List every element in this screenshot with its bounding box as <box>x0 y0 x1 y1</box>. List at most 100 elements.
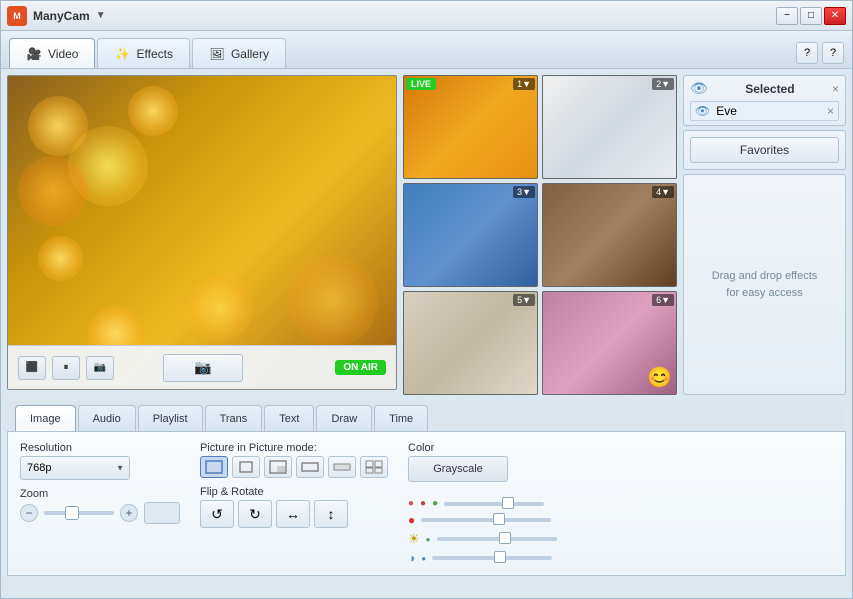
live-badge: LIVE <box>406 78 436 90</box>
selected-header: 👁 Selected × <box>690 80 839 97</box>
tab-playlist[interactable]: Playlist <box>138 405 203 431</box>
drag-drop-text: Drag and drop effectsfor easy access <box>712 268 818 301</box>
restore-button[interactable]: □ <box>800 7 822 25</box>
col-resolution-zoom: Resolution 480p 720p 768p 1080p ▼ <box>20 442 180 565</box>
pip-btn-5[interactable] <box>328 456 356 478</box>
item-remove-icon[interactable]: × <box>827 104 834 118</box>
color-dot-green-1: ● <box>432 498 438 509</box>
color-slider-4[interactable] <box>432 556 552 560</box>
color-dot-red-1: ● <box>408 498 414 509</box>
close-button[interactable]: ✕ <box>824 7 846 25</box>
flip-label: Flip & Rotate <box>200 486 388 498</box>
settings-area: Resolution 480p 720p 768p 1080p ▼ <box>7 432 846 576</box>
tab-time[interactable]: Time <box>374 405 428 431</box>
grid-cell-4[interactable]: 4▼ <box>542 183 677 287</box>
favorites-panel: Favorites <box>683 130 846 170</box>
zoom-plus-button[interactable]: + <box>120 504 138 522</box>
flip-h-button[interactable]: ↔ <box>276 500 310 528</box>
tab-trans[interactable]: Trans <box>205 405 263 431</box>
grid-cell-5[interactable]: 5▼ <box>403 291 538 395</box>
zoom-minus-button[interactable]: − <box>20 504 38 522</box>
grid-cell-1[interactable]: LIVE 1▼ <box>403 75 538 179</box>
pip-icon-2 <box>237 460 255 474</box>
col-color: Color Grayscale ● ● ● <box>408 442 833 565</box>
tab-effects[interactable]: ✨ Effects <box>97 38 189 68</box>
zoom-row: − + <box>20 502 180 524</box>
tab-video-label: Video <box>48 47 78 61</box>
tab-video[interactable]: 🎥 Video <box>9 38 95 68</box>
rotate-ccw-button[interactable]: ↺ <box>200 500 234 528</box>
pip-btn-2[interactable] <box>232 456 260 478</box>
effects-tab-icon: ✨ <box>114 46 130 62</box>
help-button-1[interactable]: ? <box>796 42 818 64</box>
main-content: ⬛ ⏸ 📷 📷 ON AIR LIVE 1▼ 2▼ 3▼ <box>1 69 852 598</box>
grayscale-button[interactable]: Grayscale <box>408 456 508 482</box>
selected-item-label: Eve <box>716 104 737 118</box>
flip-row: ↺ ↻ ↔ ↕ <box>200 500 388 528</box>
video-grid: LIVE 1▼ 2▼ 3▼ 4▼ 5▼ 6▼ 😊 <box>403 75 677 395</box>
rotate-cw-button[interactable]: ↻ <box>238 500 272 528</box>
app-window: M ManyCam ▼ − □ ✕ 🎥 Video ✨ Effects 🖼 Ga… <box>0 0 853 599</box>
snapshot-button[interactable]: 📷 <box>163 354 243 382</box>
tab-gallery[interactable]: 🖼 Gallery <box>192 38 286 68</box>
favorites-button[interactable]: Favorites <box>690 137 839 163</box>
cell-3-num: 3▼ <box>513 186 535 198</box>
tab-effects-label: Effects <box>136 47 172 61</box>
tabbar-right: ? ? <box>796 42 844 68</box>
tab-audio[interactable]: Audio <box>78 405 136 431</box>
eye-icon: 👁 <box>690 80 708 97</box>
pip-btn-3[interactable] <box>264 456 292 478</box>
titlebar: M ManyCam ▼ − □ ✕ <box>1 1 852 31</box>
color-slider-4-thumb <box>494 551 506 563</box>
flip-v-button[interactable]: ↕ <box>314 500 348 528</box>
bokeh-5 <box>38 236 83 281</box>
grid-cell-6[interactable]: 6▼ 😊 <box>542 291 677 395</box>
grid-cell-2[interactable]: 2▼ <box>542 75 677 179</box>
selected-title: Selected <box>745 82 794 96</box>
tab-gallery-label: Gallery <box>231 47 269 61</box>
video-bottom-controls: ⬛ ⏸ 📷 📷 ON AIR <box>8 345 396 389</box>
record-button[interactable]: ⬛ <box>18 356 46 380</box>
gallery-tab-icon: 🖼 <box>209 46 225 62</box>
selected-panel-close[interactable]: × <box>832 82 839 96</box>
video-tab-icon: 🎥 <box>26 46 42 62</box>
zoom-slider-thumb <box>65 506 79 520</box>
cell-5-num: 5▼ <box>513 294 535 306</box>
color-slider-3[interactable] <box>437 537 557 541</box>
tab-draw[interactable]: Draw <box>316 405 372 431</box>
flip-section: Flip & Rotate ↺ ↻ ↔ ↕ <box>200 486 388 528</box>
pip-btn-1[interactable] <box>200 456 228 478</box>
pause-button[interactable]: ⏸ <box>52 356 80 380</box>
col-pip-flip: Picture in Picture mode: <box>200 442 388 565</box>
pip-icon-1 <box>205 460 223 474</box>
camera-button-small[interactable]: 📷 <box>86 356 114 380</box>
tab-text[interactable]: Text <box>264 405 314 431</box>
resolution-select-wrapper: 480p 720p 768p 1080p ▼ <box>20 456 130 480</box>
color-icon-2: ● <box>408 513 415 527</box>
main-tabbar: 🎥 Video ✨ Effects 🖼 Gallery ? ? <box>1 31 852 69</box>
tab-image[interactable]: Image <box>15 405 76 431</box>
cell-4-num: 4▼ <box>652 186 674 198</box>
minimize-button[interactable]: − <box>776 7 798 25</box>
right-panel: 👁 Selected × 👁 Eve × Favorites Drag and … <box>683 75 846 395</box>
color-slider-1[interactable] <box>444 502 544 506</box>
color-slider-2[interactable] <box>421 518 551 522</box>
selected-item-eve: 👁 Eve × <box>690 101 839 121</box>
top-section: ⬛ ⏸ 📷 📷 ON AIR LIVE 1▼ 2▼ 3▼ <box>7 75 846 395</box>
titlebar-dropdown[interactable]: ▼ <box>96 10 106 21</box>
help-button-2[interactable]: ? <box>822 42 844 64</box>
grid-cell-3[interactable]: 3▼ <box>403 183 538 287</box>
pip-icon-5 <box>333 460 351 474</box>
color-sliders: ● ● ● ● <box>408 498 833 565</box>
color-dot-blue: ● <box>421 554 426 563</box>
zoom-slider[interactable] <box>44 511 114 515</box>
pip-btn-4[interactable] <box>296 456 324 478</box>
color-slider-1-thumb <box>502 497 514 509</box>
resolution-select[interactable]: 480p 720p 768p 1080p <box>20 456 130 480</box>
zoom-display <box>144 502 180 524</box>
item-eye-icon: 👁 <box>695 104 710 118</box>
main-video: ⬛ ⏸ 📷 📷 ON AIR <box>7 75 397 390</box>
color-slider-3-thumb <box>499 532 511 544</box>
pip-btn-6[interactable] <box>360 456 388 478</box>
cell-2-num: 2▼ <box>652 78 674 90</box>
